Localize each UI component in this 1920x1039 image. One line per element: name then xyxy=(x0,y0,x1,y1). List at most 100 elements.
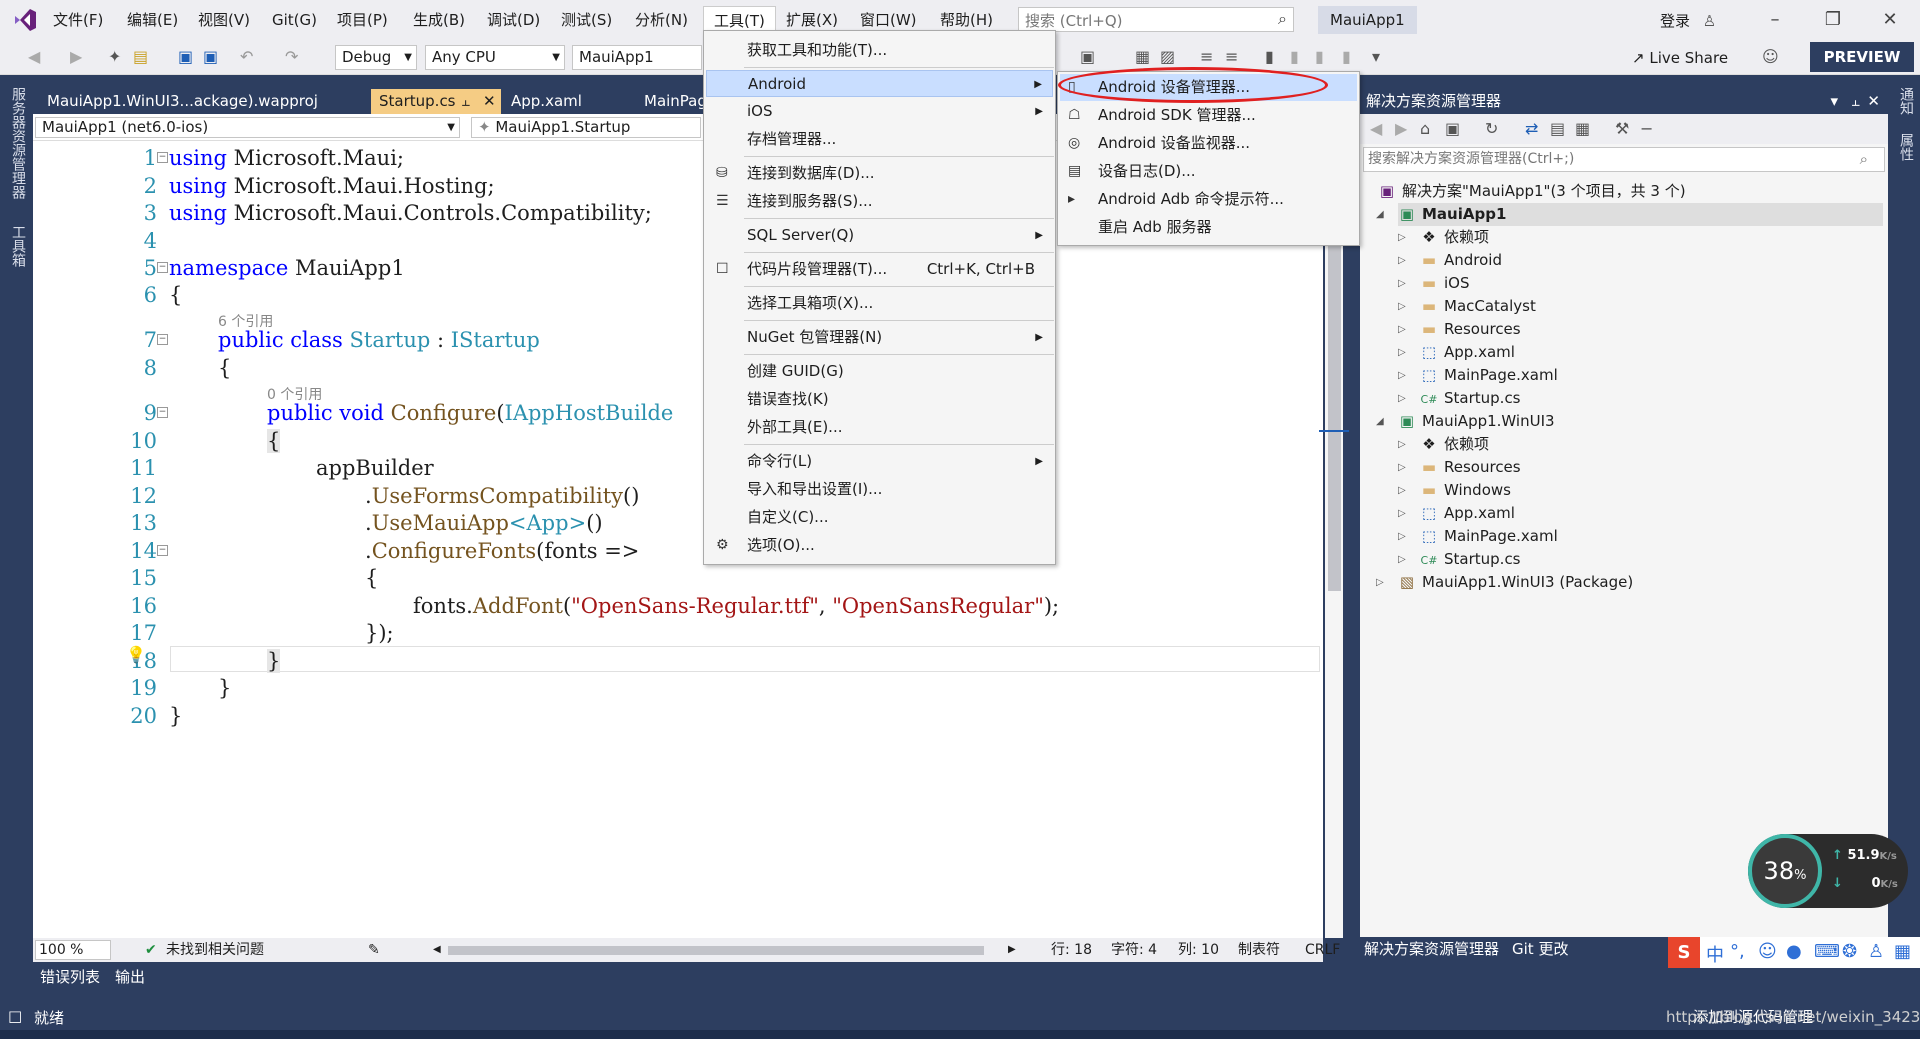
collapsed-arrow-icon[interactable]: ▷ xyxy=(1376,571,1384,594)
collapsed-arrow-icon[interactable]: ▷ xyxy=(1398,525,1406,548)
collapse-all-icon[interactable]: ▤ xyxy=(1550,119,1565,138)
close-icon[interactable]: ✕ xyxy=(1867,89,1880,114)
tree-node[interactable]: ▷ ▬ Resources xyxy=(1398,456,1521,479)
menu-project[interactable]: 项目(P) xyxy=(327,0,398,40)
network-speed-widget[interactable]: 38% ↑ 51.9K/s ↓ 0K/s xyxy=(1748,834,1908,908)
menu-item-nuget[interactable]: NuGet 包管理器(N) ▶ xyxy=(706,324,1053,351)
menu-file[interactable]: 文件(F) xyxy=(43,0,113,40)
menu-item-external-tools[interactable]: 外部工具(E)... xyxy=(706,414,1053,441)
tab-output[interactable]: 输出 xyxy=(115,966,145,987)
show-all-files-icon[interactable]: ▦ xyxy=(1575,119,1590,138)
undo-icon[interactable]: ↶ xyxy=(240,47,253,66)
expanded-arrow-icon[interactable]: ◢ xyxy=(1376,410,1384,433)
menu-build[interactable]: 生成(B) xyxy=(403,0,475,40)
panel-menu-icon[interactable]: ▾ xyxy=(1830,89,1838,114)
screenshot-icon[interactable]: ▣ xyxy=(1080,47,1095,66)
brush-icon[interactable]: ✎ xyxy=(368,938,380,962)
skin-icon[interactable]: ❂ xyxy=(1842,941,1857,962)
collapsed-arrow-icon[interactable]: ▷ xyxy=(1398,295,1406,318)
tab-solution-explorer[interactable]: 解决方案资源管理器 xyxy=(1364,937,1499,962)
feedback-icon[interactable]: ☺ xyxy=(1762,47,1779,66)
collapse-icon[interactable]: − xyxy=(157,407,168,418)
save-all-icon[interactable]: ▣ xyxy=(203,47,218,66)
collapsed-arrow-icon[interactable]: ▷ xyxy=(1398,249,1406,272)
tree-node[interactable]: ◢ ▣ MauiApp1 xyxy=(1376,203,1883,226)
tree-node[interactable]: ▷ ▧ MauiApp1.WinUI3 (Package) xyxy=(1376,571,1633,594)
menu-item-snippets-manager[interactable]: ☐ 代码片段管理器(T)... Ctrl+K, Ctrl+B xyxy=(706,256,1053,283)
menu-item-restart-adb[interactable]: 重启 Adb 服务器 xyxy=(1060,214,1357,241)
project-context-select[interactable]: MauiApp1 (net6.0-ios) ▼ xyxy=(35,117,460,138)
menu-item-error-lookup[interactable]: 错误查找(K) xyxy=(706,386,1053,413)
menu-item-device-log[interactable]: ▤ 设备日志(D)... xyxy=(1060,158,1357,185)
keyboard-icon[interactable]: ⌨ xyxy=(1814,941,1840,962)
toolbox-grid-icon[interactable]: ▦ xyxy=(1894,941,1911,962)
minimize-button[interactable]: – xyxy=(1757,6,1793,34)
zoom-select[interactable]: 100 % xyxy=(35,940,111,960)
platform-select[interactable]: Any CPU ▼ xyxy=(425,45,565,70)
tree-node[interactable]: ▷ C# Startup.cs xyxy=(1398,548,1521,571)
login-link[interactable]: 登录 ♙ xyxy=(1660,10,1716,31)
menu-edit[interactable]: 编辑(E) xyxy=(117,0,188,40)
collapsed-arrow-icon[interactable]: ▷ xyxy=(1398,364,1406,387)
menu-analyze[interactable]: 分析(N) xyxy=(625,0,698,40)
redo-icon[interactable]: ↷ xyxy=(285,47,298,66)
menu-item-android-device-monitor[interactable]: ◎ Android 设备监视器... xyxy=(1060,130,1357,157)
scroll-right-icon[interactable]: ▶ xyxy=(1008,938,1016,962)
microphone-icon[interactable]: ● xyxy=(1786,941,1802,962)
indent-icon[interactable]: ≡ xyxy=(1200,47,1213,66)
save-icon[interactable]: ▣ xyxy=(178,47,193,66)
live-share-button[interactable]: ↗ Live Share xyxy=(1632,49,1728,67)
history-icon[interactable]: ↻ xyxy=(1485,119,1498,138)
punctuation-icon[interactable]: °, xyxy=(1730,941,1745,962)
new-project-icon[interactable]: ✦ xyxy=(108,47,121,66)
tree-node[interactable]: ▷ ⬚ App.xaml xyxy=(1398,502,1515,525)
tree-node[interactable]: ▷ C# Startup.cs xyxy=(1398,387,1521,410)
collapsed-arrow-icon[interactable]: ▷ xyxy=(1398,272,1406,295)
collapse-icon[interactable]: − xyxy=(157,152,168,163)
toolbar-tool-icon[interactable]: ▨ xyxy=(1160,47,1175,66)
properties-wrench-icon[interactable]: ⚒ xyxy=(1615,119,1629,138)
close-window-button[interactable]: ✕ xyxy=(1872,6,1908,34)
menu-test[interactable]: 测试(S) xyxy=(551,0,622,40)
startup-project-select[interactable]: MauiApp1 xyxy=(572,45,702,70)
menu-view[interactable]: 视图(V) xyxy=(188,0,260,40)
tree-node[interactable]: ▷ ❖ 依赖项 xyxy=(1398,226,1489,249)
menu-item-get-tools[interactable]: 获取工具和功能(T)... xyxy=(706,37,1053,64)
tab-wapproj[interactable]: MauiApp1.WinUI3...ackage).wapproj xyxy=(39,89,364,114)
collapse-icon[interactable]: − xyxy=(157,545,168,556)
type-select[interactable]: ✦ MauiApp1.Startup xyxy=(471,117,701,138)
menu-item-import-export[interactable]: 导入和导出设置(I)... xyxy=(706,476,1053,503)
emoji-icon[interactable]: ☺ xyxy=(1758,941,1777,962)
scroll-left-icon[interactable]: ◀ xyxy=(433,938,441,962)
collapse-icon[interactable]: − xyxy=(157,262,168,273)
collapsed-arrow-icon[interactable]: ▷ xyxy=(1398,433,1406,456)
menu-git[interactable]: Git(G) xyxy=(262,0,327,40)
tree-node[interactable]: ◢ ▣ MauiApp1.WinUI3 xyxy=(1376,410,1555,433)
collapsed-arrow-icon[interactable]: ▷ xyxy=(1398,548,1406,571)
bookmark-next-icon[interactable]: ▮ xyxy=(1315,47,1324,66)
tab-mainpage[interactable]: MainPag xyxy=(636,89,703,114)
forward-icon[interactable]: ▶ xyxy=(70,47,82,66)
collapsed-arrow-icon[interactable]: ▷ xyxy=(1398,387,1406,410)
forward-icon[interactable]: ▶ xyxy=(1395,119,1407,138)
back-icon[interactable]: ◀ xyxy=(28,47,40,66)
maximize-button[interactable]: ❐ xyxy=(1815,6,1851,34)
toolbox-tab[interactable]: 工具箱 xyxy=(8,225,28,267)
config-select[interactable]: Debug ▼ xyxy=(335,45,417,70)
issues-status[interactable]: 未找到相关问题 xyxy=(166,938,264,962)
tree-node[interactable]: ▷ ▬ Windows xyxy=(1398,479,1511,502)
user-icon[interactable]: ♙ xyxy=(1868,941,1884,962)
menu-item-command-line[interactable]: 命令行(L) ▶ xyxy=(706,448,1053,475)
visual-studio-logo-icon[interactable] xyxy=(10,6,40,34)
server-explorer-tab[interactable]: 服务器资源管理器 xyxy=(8,87,28,199)
menu-item-adb-command-prompt[interactable]: ▸ Android Adb 命令提示符... xyxy=(1060,186,1357,213)
expanded-arrow-icon[interactable]: ◢ xyxy=(1376,203,1384,226)
tree-node[interactable]: ▷ ❖ 依赖项 xyxy=(1398,433,1489,456)
tab-git-changes[interactable]: Git 更改 xyxy=(1512,937,1568,962)
outdent-icon[interactable]: ≡ xyxy=(1225,47,1238,66)
tree-node[interactable]: ▷ ⬚ MainPage.xaml xyxy=(1398,525,1558,548)
properties-tab[interactable]: 属性 xyxy=(1896,133,1916,161)
tab-error-list[interactable]: 错误列表 xyxy=(40,966,100,987)
ime-toolbar[interactable]: S 中 °, ☺ ● ⌨ ❂ ♙ ▦ xyxy=(1668,937,1920,968)
back-icon[interactable]: ◀ xyxy=(1370,119,1382,138)
